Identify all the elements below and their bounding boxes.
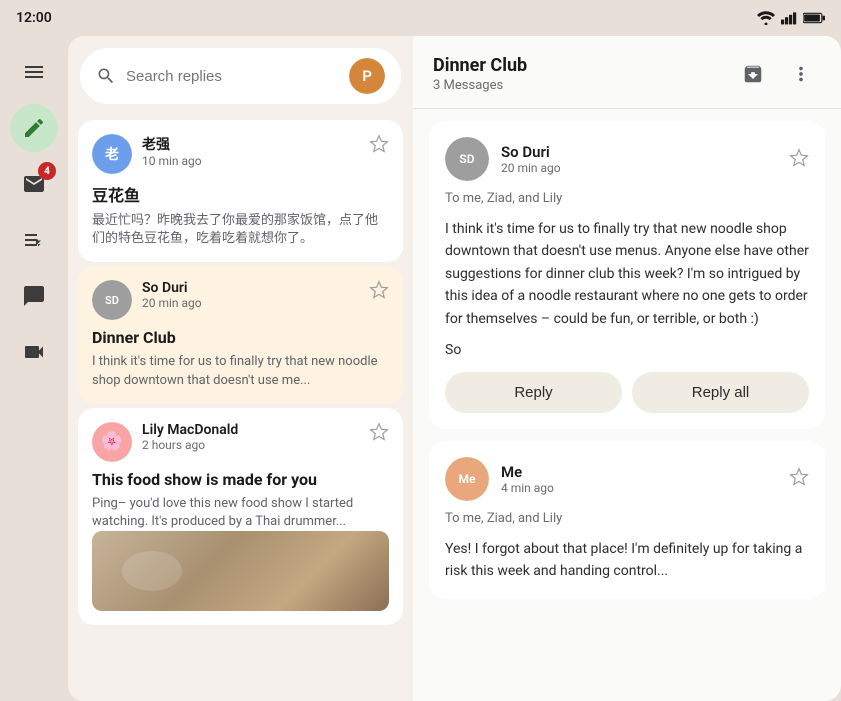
thread-header: Dinner Club 3 Messages (413, 36, 841, 109)
sidebar-item-chat[interactable] (10, 272, 58, 320)
search-input[interactable] (126, 68, 339, 85)
chat-icon (22, 284, 46, 308)
signal-icon (781, 11, 797, 25)
thread-signature-1: So (445, 342, 809, 358)
thread-sender-2: Me (501, 463, 777, 481)
more-icon (790, 63, 812, 85)
mail-badge: 4 (38, 162, 56, 180)
thread-star-icon-1 (789, 148, 809, 168)
app-container: 4 P (0, 36, 841, 701)
message-card-2[interactable]: SD So Duri 20 min ago Dinner Club I thin… (78, 266, 403, 403)
status-icons (757, 11, 825, 25)
message-card-1[interactable]: 老 老强 10 min ago 豆花鱼 最近忙吗？昨晚我去了你最爱的那家饭馆，点… (78, 120, 403, 262)
sender-name-3: Lily MacDonald (142, 422, 359, 438)
sidebar-item-video[interactable] (10, 328, 58, 376)
search-bar: P (80, 48, 401, 104)
menu-icon (22, 60, 46, 84)
more-options-button[interactable] (781, 54, 821, 94)
thread-body-2: Yes! I forgot about that place! I'm defi… (445, 538, 809, 583)
thread-message-1: SD So Duri 20 min ago To me, Ziad, and L… (429, 121, 825, 429)
message-subject-2: Dinner Club (92, 328, 389, 347)
user-avatar[interactable]: P (349, 58, 385, 94)
food-image (92, 531, 389, 611)
sidebar-item-notes[interactable] (10, 216, 58, 264)
message-preview-3: Ping– you'd love this new food show I st… (92, 495, 389, 531)
sidebar: 4 (0, 36, 68, 701)
thread-messages: SD So Duri 20 min ago To me, Ziad, and L… (413, 109, 841, 701)
sender-time-1: 10 min ago (142, 154, 359, 168)
thread-subtitle: 3 Messages (433, 78, 527, 93)
message-preview-2: I think it's time for us to finally try … (92, 353, 389, 389)
sidebar-item-menu[interactable] (10, 48, 58, 96)
sidebar-item-mail[interactable]: 4 (10, 160, 58, 208)
compose-icon (22, 116, 46, 140)
star-icon-1 (369, 134, 389, 154)
message-card-3[interactable]: 🌸 Lily MacDonald 2 hours ago This food s… (78, 408, 403, 625)
star-button-3[interactable] (369, 422, 389, 445)
search-icon (96, 66, 116, 86)
thread-avatar-2: Me (445, 457, 489, 501)
avatar-2: SD (92, 280, 132, 320)
star-icon-3 (369, 422, 389, 442)
message-preview-1: 最近忙吗？昨晚我去了你最爱的那家饭馆，点了他们的特色豆花鱼，吃着吃着就想你了。 (92, 212, 389, 248)
sender-time-3: 2 hours ago (142, 438, 359, 452)
archive-icon (742, 63, 764, 85)
sidebar-item-compose[interactable] (10, 104, 58, 152)
status-time: 12:00 (16, 10, 52, 26)
thread-body-1: I think it's time for us to finally try … (445, 218, 809, 330)
thread-star-icon-2 (789, 467, 809, 487)
battery-icon (803, 12, 825, 24)
thread-title: Dinner Club (433, 55, 527, 76)
message-subject-3: This food show is made for you (92, 470, 389, 489)
wifi-icon (757, 11, 775, 25)
thread-actions (733, 54, 821, 94)
thread-time-2: 4 min ago (501, 481, 777, 495)
thread-recipient-1: To me, Ziad, and Lily (445, 191, 809, 206)
messages-list: 老 老强 10 min ago 豆花鱼 最近忙吗？昨晚我去了你最爱的那家饭馆，点… (68, 112, 413, 701)
archive-button[interactable] (733, 54, 773, 94)
thread-avatar-1: SD (445, 137, 489, 181)
thread-sender-1: So Duri (501, 143, 777, 161)
reply-buttons-1: Reply Reply all (445, 372, 809, 413)
star-button-2[interactable] (369, 280, 389, 303)
message-subject-1: 豆花鱼 (92, 182, 389, 206)
right-panel: Dinner Club 3 Messages (413, 36, 841, 701)
thread-message-2: Me Me 4 min ago To me, Ziad, and Lily Ye… (429, 441, 825, 599)
thread-star-2[interactable] (789, 467, 809, 490)
sender-name-2: So Duri (142, 280, 359, 296)
star-icon-2 (369, 280, 389, 300)
star-button-1[interactable] (369, 134, 389, 157)
reply-button[interactable]: Reply (445, 372, 622, 413)
thread-recipient-2: To me, Ziad, and Lily (445, 511, 809, 526)
status-bar: 12:00 (0, 0, 841, 36)
avatar-1: 老 (92, 134, 132, 174)
sender-name-1: 老强 (142, 134, 359, 154)
sender-time-2: 20 min ago (142, 296, 359, 310)
video-icon (22, 340, 46, 364)
avatar-3: 🌸 (92, 422, 132, 462)
thread-star-1[interactable] (789, 148, 809, 171)
notes-icon (22, 228, 46, 252)
left-panel: P 老 老强 10 min ago 豆花鱼 (68, 36, 413, 701)
reply-all-button[interactable]: Reply all (632, 372, 809, 413)
thread-time-1: 20 min ago (501, 161, 777, 175)
